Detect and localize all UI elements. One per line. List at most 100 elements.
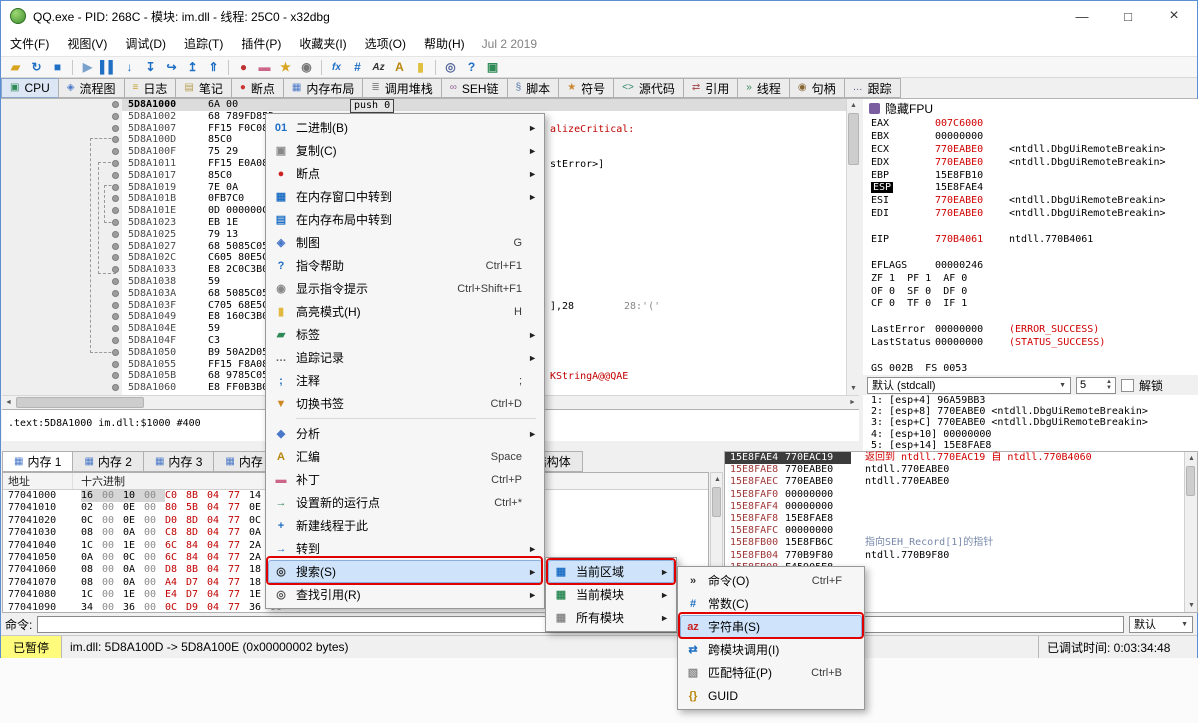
menu-item-command[interactable]: »命令(O)Ctrl+F: [680, 569, 862, 592]
register-lasterror[interactable]: LastError00000000 (ERROR_SUCCESS): [863, 324, 1198, 337]
menu-item-instruction-help[interactable]: ?指令帮助Ctrl+F1: [268, 254, 542, 277]
script-icon[interactable]: ●: [233, 58, 254, 76]
breakpoint-bullet-icon[interactable]: [112, 372, 119, 379]
tab-seh[interactable]: ∞SEH链: [441, 78, 508, 98]
menu-item-assemble[interactable]: A汇编Space: [268, 445, 542, 468]
tab-source[interactable]: <>源代码: [613, 78, 684, 98]
disassembly-vertical-scrollbar[interactable]: ▲ ▼: [846, 99, 859, 395]
tab-handles[interactable]: ◉句柄: [789, 78, 845, 98]
scrollbar-thumb[interactable]: [848, 113, 859, 165]
tab-log[interactable]: ≡日志: [124, 78, 177, 98]
breakpoint-bullet-icon[interactable]: [112, 313, 119, 320]
breakpoint-bullet-icon[interactable]: [112, 172, 119, 179]
menubar-item[interactable]: 帮助(H): [415, 31, 474, 56]
fx-icon[interactable]: fx: [326, 58, 347, 76]
register-line[interactable]: [863, 247, 1198, 260]
menu-item-follow-in-dump[interactable]: ▦在内存窗口中转到►: [268, 185, 542, 208]
preferences-icon[interactable]: ◎: [440, 58, 461, 76]
menu-item-analysis[interactable]: ◆分析►: [268, 422, 542, 445]
menu-item-binary[interactable]: 01二进制(B)►: [268, 116, 542, 139]
stack-row[interactable]: 15E8FB04770B9F80ntdll.770B9F80: [725, 550, 1197, 562]
register-laststatus[interactable]: LastStatus00000000 (STATUS_SUCCESS): [863, 337, 1198, 350]
stack-row[interactable]: 15E8FAE8770EABE0ntdll.770EABE0: [725, 464, 1197, 476]
menu-item-current-region[interactable]: ▦当前区域►: [548, 560, 674, 583]
pause-icon[interactable]: ▌▌: [98, 58, 119, 76]
register-ebx[interactable]: EBX00000000: [863, 131, 1198, 144]
menubar-item[interactable]: 文件(F): [1, 31, 58, 56]
dump-tab-dump2[interactable]: ▦内存 2: [72, 451, 143, 472]
tab-threads[interactable]: »线程: [737, 78, 790, 98]
menubar-item[interactable]: 插件(P): [232, 31, 290, 56]
tab-memory-map[interactable]: ▦内存布局: [283, 78, 363, 98]
tab-graph[interactable]: ◈流程图: [58, 78, 125, 98]
breakpoint-bullet-icon[interactable]: [112, 325, 119, 332]
stack-row[interactable]: 15E8FAF400000000: [725, 501, 1197, 513]
register-line[interactable]: GS 002B FS 0053: [863, 363, 1198, 375]
breakpoint-bullet-icon[interactable]: [112, 278, 119, 285]
calling-convention-select[interactable]: 默认 (stdcall) ▼: [867, 377, 1071, 394]
menu-item-create-thread-here[interactable]: +新建线程于此: [268, 514, 542, 537]
scroll-up-icon[interactable]: ▲: [711, 473, 724, 486]
argument-row[interactable]: 4: [esp+10] 00000000: [863, 429, 1198, 440]
menu-item-trace-record[interactable]: …追踪记录►: [268, 346, 542, 369]
breakpoint-bullet-icon[interactable]: [112, 302, 119, 309]
menu-item-mnemonic-brief[interactable]: ◉显示指令提示Ctrl+Shift+F1: [268, 277, 542, 300]
dump-tab-dump1[interactable]: ▦内存 1: [2, 451, 73, 472]
breakpoint-bullet-icon[interactable]: [112, 384, 119, 391]
register-eax[interactable]: EAX007C6000: [863, 118, 1198, 131]
patch-icon[interactable]: ▬: [254, 58, 275, 76]
register-line[interactable]: [863, 221, 1198, 234]
menu-item-set-new-origin[interactable]: →设置新的运行点Ctrl+*: [268, 491, 542, 514]
menubar-item[interactable]: 选项(O): [356, 31, 415, 56]
menubar-item[interactable]: 收藏夹(I): [290, 31, 355, 56]
breakpoint-bullet-icon[interactable]: [112, 254, 119, 261]
close-button[interactable]: ×: [1151, 1, 1197, 31]
breakpoint-bullet-icon[interactable]: [112, 207, 119, 214]
stack-scrollbar[interactable]: ▲ ▼: [1184, 452, 1197, 612]
restart-icon[interactable]: ↻: [26, 58, 47, 76]
unlock-checkbox[interactable]: [1121, 379, 1134, 392]
register-esp[interactable]: ESP15E8FAE4: [863, 182, 1198, 195]
hide-fpu-button[interactable]: 隐藏FPU: [863, 99, 1198, 118]
menu-item-constant[interactable]: #常数(C): [680, 592, 862, 615]
breakpoint-bullet-icon[interactable]: [112, 219, 119, 226]
scroll-right-icon[interactable]: ►: [846, 396, 859, 409]
minimize-button[interactable]: —: [1059, 1, 1105, 31]
tab-notes[interactable]: ▤笔记: [175, 78, 231, 98]
breakpoint-bullet-icon[interactable]: [112, 136, 119, 143]
breakpoint-bullet-icon[interactable]: [112, 148, 119, 155]
menu-item-graph[interactable]: ◈制图G: [268, 231, 542, 254]
tab-call-stack[interactable]: ≣调用堆栈: [362, 78, 441, 98]
menu-item-breakpoint[interactable]: ●断点►: [268, 162, 542, 185]
argument-row[interactable]: 5: [esp+14] 15E8FAE8: [863, 440, 1198, 451]
register-eflags[interactable]: EFLAGS00000246: [863, 260, 1198, 273]
run-icon[interactable]: ▶: [77, 58, 98, 76]
breakpoint-bullet-icon[interactable]: [112, 195, 119, 202]
menu-item-current-module[interactable]: ▦当前模块►: [548, 583, 674, 606]
stack-row[interactable]: 15E8FAFC00000000: [725, 525, 1197, 537]
scroll-up-icon[interactable]: ▲: [1185, 452, 1198, 465]
tab-trace[interactable]: …跟踪: [844, 78, 901, 98]
register-line[interactable]: CF 0 TF 0 IF 1: [863, 298, 1198, 311]
breakpoint-bullet-icon[interactable]: [112, 243, 119, 250]
breakpoint-bullet-icon[interactable]: [112, 290, 119, 297]
register-edx[interactable]: EDX770EABE0 <ntdll.DbgUiRemoteBreakin>: [863, 157, 1198, 170]
dump-tab-dump3[interactable]: ▦内存 3: [143, 451, 214, 472]
scrollbar-thumb[interactable]: [16, 397, 144, 408]
tab-script[interactable]: §脚本: [507, 78, 560, 98]
tab-references[interactable]: ⇄引用: [683, 78, 738, 98]
breakpoint-bullet-icon[interactable]: [112, 337, 119, 344]
tab-breakpoints[interactable]: ●断点: [231, 78, 284, 98]
stack-row[interactable]: 15E8FAF000000000: [725, 489, 1197, 501]
menu-item-goto[interactable]: →转到►: [268, 537, 542, 560]
run-to-cursor-icon[interactable]: ↓: [119, 58, 140, 76]
highlighter-icon[interactable]: ▮: [410, 58, 431, 76]
scroll-left-icon[interactable]: ◄: [2, 396, 15, 409]
breakpoint-bullet-icon[interactable]: [112, 184, 119, 191]
scroll-down-icon[interactable]: ▼: [1185, 599, 1198, 612]
case-icon[interactable]: Az: [368, 58, 389, 76]
breakpoint-bullet-icon[interactable]: [112, 231, 119, 238]
menu-item-string-references[interactable]: az字符串(S): [680, 615, 862, 638]
argument-row[interactable]: 3: [esp+C] 770EABE0 <ntdll.DbgUiRemoteBr…: [863, 417, 1198, 428]
execute-till-return-icon[interactable]: ⇑: [203, 58, 224, 76]
